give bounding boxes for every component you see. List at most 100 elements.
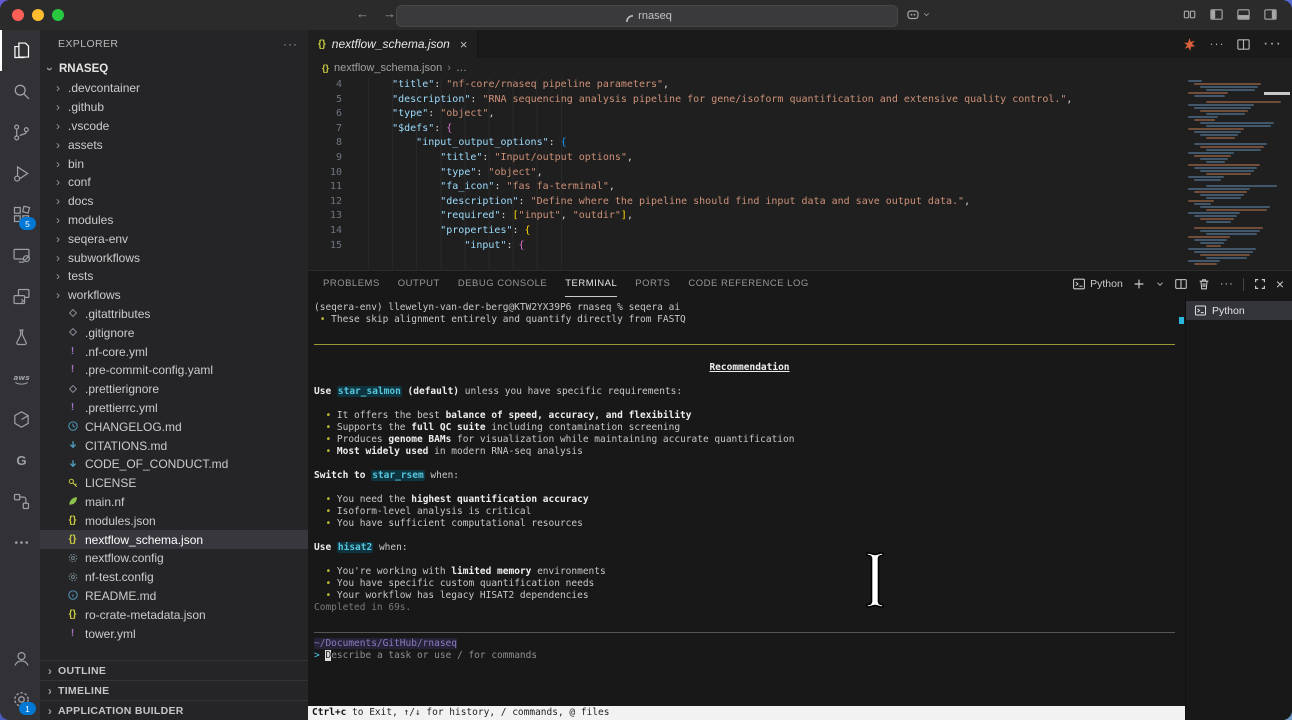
panel-tab-terminal[interactable]: TERMINAL [565,271,617,297]
new-terminal-icon[interactable] [1132,277,1146,291]
activity-item-accounts[interactable] [0,638,40,679]
tree-file-tower-yml[interactable]: !tower.yml [40,624,308,643]
panel-tab-debug-console[interactable]: DEBUG CONSOLE [458,271,547,297]
tree-file-nf-test-config[interactable]: nf-test.config [40,568,308,587]
activity-item-workflow[interactable] [0,481,40,522]
activity-item-more[interactable] [0,522,40,563]
activity-item-dev-containers[interactable] [0,276,40,317]
tree-file--gitattributes[interactable]: .gitattributes [40,305,308,324]
tree-folder--github[interactable]: ›.github [40,98,308,117]
grid-icon[interactable] [1182,7,1197,22]
tree-folder-docs[interactable]: ›docs [40,192,308,211]
split-terminal-icon[interactable] [1174,277,1188,291]
tree-file-modules-json[interactable]: {}modules.json [40,511,308,530]
testing-icon [11,327,32,348]
flame-icon[interactable] [1182,37,1197,52]
terminal-shell-button[interactable]: Python [1072,277,1123,291]
code-line-8: 8 "input_output_options": { [308,136,1292,151]
tree-folder-seqera-env[interactable]: ›seqera-env [40,229,308,248]
tree-folder-subworkflows[interactable]: ›subworkflows [40,248,308,267]
forward-icon[interactable]: → [383,6,396,21]
activity-item-search[interactable] [0,71,40,112]
explorer-more-actions-icon[interactable]: ··· [283,37,298,51]
command-center-search[interactable]: rnaseq [396,5,898,27]
panel-tab-ports[interactable]: PORTS [635,271,670,297]
tree-file-readme-md[interactable]: README.md [40,587,308,606]
tree-file--nf-core-yml[interactable]: !.nf-core.yml [40,342,308,361]
activity-item-package[interactable] [0,399,40,440]
tree-file-main-nf[interactable]: main.nf [40,493,308,512]
code-token: "title" [392,79,434,90]
terminal[interactable]: (seqera-env) llewelyn-van-der-berg@KTW2Y… [308,297,1185,720]
chevron-right-icon: › [44,665,56,677]
toggle-sidebar-icon[interactable] [1209,7,1224,22]
tree-file-ro-crate-metadata-json[interactable]: {}ro-crate-metadata.json [40,605,308,624]
tree-file-code-of-conduct-md[interactable]: CODE_OF_CONDUCT.md [40,455,308,474]
minimap[interactable] [1185,78,1292,270]
chevron-right-icon: › [52,289,64,301]
tree-file--pre-commit-config-yaml[interactable]: !.pre-commit-config.yaml [40,361,308,380]
project-root-row[interactable]: › RNASEQ [40,58,308,79]
activity-item-aws[interactable] [0,358,40,399]
tree-folder-workflows[interactable]: ›workflows [40,286,308,305]
tree-file-citations-md[interactable]: CITATIONS.md [40,436,308,455]
tree-folder-bin[interactable]: ›bin [40,154,308,173]
toggle-panel-icon[interactable] [1236,7,1251,22]
section-timeline[interactable]: ›TIMELINE [40,680,308,700]
minimap-line [1185,122,1292,124]
tree-folder-conf[interactable]: ›conf [40,173,308,192]
split-editor-icon[interactable] [1236,37,1251,52]
kill-terminal-icon[interactable] [1197,277,1211,291]
maximize-panel-icon[interactable] [1253,277,1267,291]
activity-item-settings[interactable]: 1 [0,679,40,720]
terminal-segment: You're working with [337,566,451,577]
close-panel-icon[interactable]: × [1276,277,1284,291]
activity-item-remote-explorer[interactable] [0,235,40,276]
activity-item-testing[interactable] [0,317,40,358]
tab-nextflow-schema-json[interactable]: {} nextflow_schema.json × [308,30,478,58]
terminal-instance-python[interactable]: Python [1186,301,1292,320]
vscode-window: ← → rnaseq 51 EXPLORER ··· › [0,0,1292,720]
tree-file--prettierignore[interactable]: .prettierignore [40,380,308,399]
activity-item-run-debug[interactable] [0,153,40,194]
panel-tab-code-reference-log[interactable]: CODE REFERENCE LOG [688,271,808,297]
code-editor[interactable]: 4 "title": "nf-core/rnaseq pipeline para… [308,78,1292,270]
tree-file-changelog-md[interactable]: CHANGELOG.md [40,417,308,436]
code-token: , [609,181,615,192]
close-window-button[interactable] [12,9,24,21]
close-tab-icon[interactable]: × [460,37,468,52]
tree-folder-modules[interactable]: ›modules [40,211,308,230]
chevron-down-icon[interactable] [1155,279,1165,289]
activity-item-explorer[interactable] [0,30,40,71]
copilot-menu-button[interactable] [905,7,931,22]
tree-file--prettierrc-yml[interactable]: !.prettierrc.yml [40,399,308,418]
tree-folder--vscode[interactable]: ›.vscode [40,117,308,136]
panel-tab-output[interactable]: OUTPUT [398,271,440,297]
editor-area: {} nextflow_schema.json × ··· {} nextflo… [308,30,1292,270]
section-outline[interactable]: ›OUTLINE [40,660,308,680]
breadcrumb[interactable]: {} nextflow_schema.json › … [308,58,1292,78]
minimap-line [1185,140,1292,142]
schema-icon[interactable] [1209,37,1224,52]
back-icon[interactable]: ← [356,6,369,21]
editor-more-actions-icon[interactable]: ··· [1263,35,1282,53]
tree-file-nextflow-config[interactable]: nextflow.config [40,549,308,568]
tree-file-license[interactable]: LICENSE [40,474,308,493]
tree-folder-assets[interactable]: ›assets [40,135,308,154]
minimap-line [1185,125,1292,127]
activity-item-gitlens[interactable] [0,440,40,481]
section-application-builder[interactable]: ›APPLICATION BUILDER [40,700,308,720]
item-label: bin [68,157,84,171]
terminal-segment: • [314,566,337,577]
panel-tab-problems[interactable]: PROBLEMS [323,271,380,297]
tree-file-nextflow-schema-json[interactable]: {}nextflow_schema.json [40,530,308,549]
tree-file--gitignore[interactable]: .gitignore [40,323,308,342]
activity-item-source-control[interactable] [0,112,40,153]
activity-item-extensions[interactable]: 5 [0,194,40,235]
tree-folder--devcontainer[interactable]: ›.devcontainer [40,79,308,98]
zoom-window-button[interactable] [52,9,64,21]
panel-more-actions-icon[interactable]: ··· [1220,278,1234,290]
minimize-window-button[interactable] [32,9,44,21]
toggle-secondary-sidebar-icon[interactable] [1263,7,1278,22]
tree-folder-tests[interactable]: ›tests [40,267,308,286]
